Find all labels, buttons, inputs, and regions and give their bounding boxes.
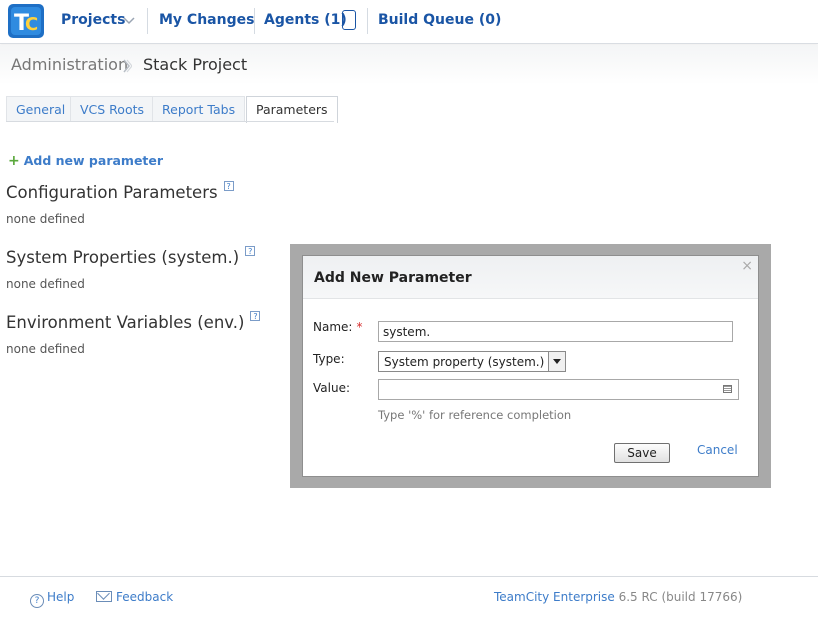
nav-agents[interactable]: Agents (1) [264,12,347,28]
section-title-text: Configuration Parameters [6,183,218,202]
breadcrumb-administration[interactable]: Administration [11,55,128,74]
dialog-title: Add New Parameter [314,270,472,286]
feedback-link-label: Feedback [116,590,174,604]
add-parameter-link[interactable]: + Add new parameter [8,153,163,169]
nav-divider [367,8,368,34]
value-field[interactable] [378,379,739,400]
section-title-text: System Properties (system.) [6,248,240,267]
name-label: Name: * [313,320,362,334]
name-field[interactable]: system. [378,321,733,342]
help-circle-icon: ? [30,594,44,608]
nav-divider [147,8,148,34]
save-button[interactable]: Save [614,443,670,463]
tab-general[interactable]: General [6,96,76,121]
help-icon[interactable]: ? [245,246,256,256]
expand-editor-icon[interactable] [723,385,732,393]
section-title-configuration-parameters: Configuration Parameters? [6,181,234,202]
section-status: none defined [6,342,85,356]
chevron-down-icon[interactable] [548,352,565,371]
type-select[interactable]: System property (system.) [378,351,566,372]
tab-parameters[interactable]: Parameters [246,96,338,123]
chevron-down-icon[interactable] [123,17,135,25]
nav-build-queue[interactable]: Build Queue (0) [378,12,501,28]
close-icon[interactable]: × [741,258,753,274]
nav-my-changes[interactable]: My Changes [159,12,254,28]
section-title-text: Environment Variables (env.) [6,313,245,332]
plus-icon: + [8,153,20,169]
value-hint: Type '%' for reference completion [378,408,572,422]
tab-divider [6,121,334,122]
tab-report-tabs[interactable]: Report Tabs [152,96,246,121]
add-parameter-dialog: Add New Parameter × Name: * system. Type:… [302,255,759,477]
product-version: 6.5 RC (build 17766) [618,590,743,604]
footer-divider [0,576,818,577]
type-select-value: System property (system.) [384,355,545,369]
dialog-header: Add New Parameter × [303,256,758,299]
section-status: none defined [6,277,85,291]
help-icon[interactable]: ? [250,311,261,321]
teamcity-logo-icon[interactable]: T C [8,4,44,38]
nav-divider [254,8,255,34]
product-link[interactable]: TeamCity Enterprise [494,590,615,604]
top-navigation: T C Projects My Changes Agents (1) Build… [0,0,818,44]
type-label: Type: [313,352,345,366]
add-parameter-label: Add new parameter [23,153,164,168]
chevron-right-icon [123,59,132,73]
section-status: none defined [6,212,85,226]
section-title-environment-variables: Environment Variables (env.)? [6,311,261,332]
name-label-text: Name: [313,320,353,334]
agent-status-icon[interactable] [342,10,356,30]
help-link[interactable]: ? Help [30,590,74,608]
feedback-link[interactable]: Feedback [96,590,173,604]
help-icon[interactable]: ? [223,181,234,191]
help-link-label: Help [47,590,75,604]
envelope-icon [96,591,112,602]
svg-text:C: C [25,14,38,35]
nav-projects[interactable]: Projects [61,12,125,28]
section-title-system-properties: System Properties (system.)? [6,246,256,267]
product-info: TeamCity Enterprise 6.5 RC (build 17766) [494,590,742,604]
required-marker: * [356,320,363,334]
tab-vcs-roots[interactable]: VCS Roots [70,96,155,121]
cancel-link[interactable]: Cancel [697,443,738,457]
value-label: Value: [313,381,350,395]
page-title: Stack Project [143,55,248,74]
